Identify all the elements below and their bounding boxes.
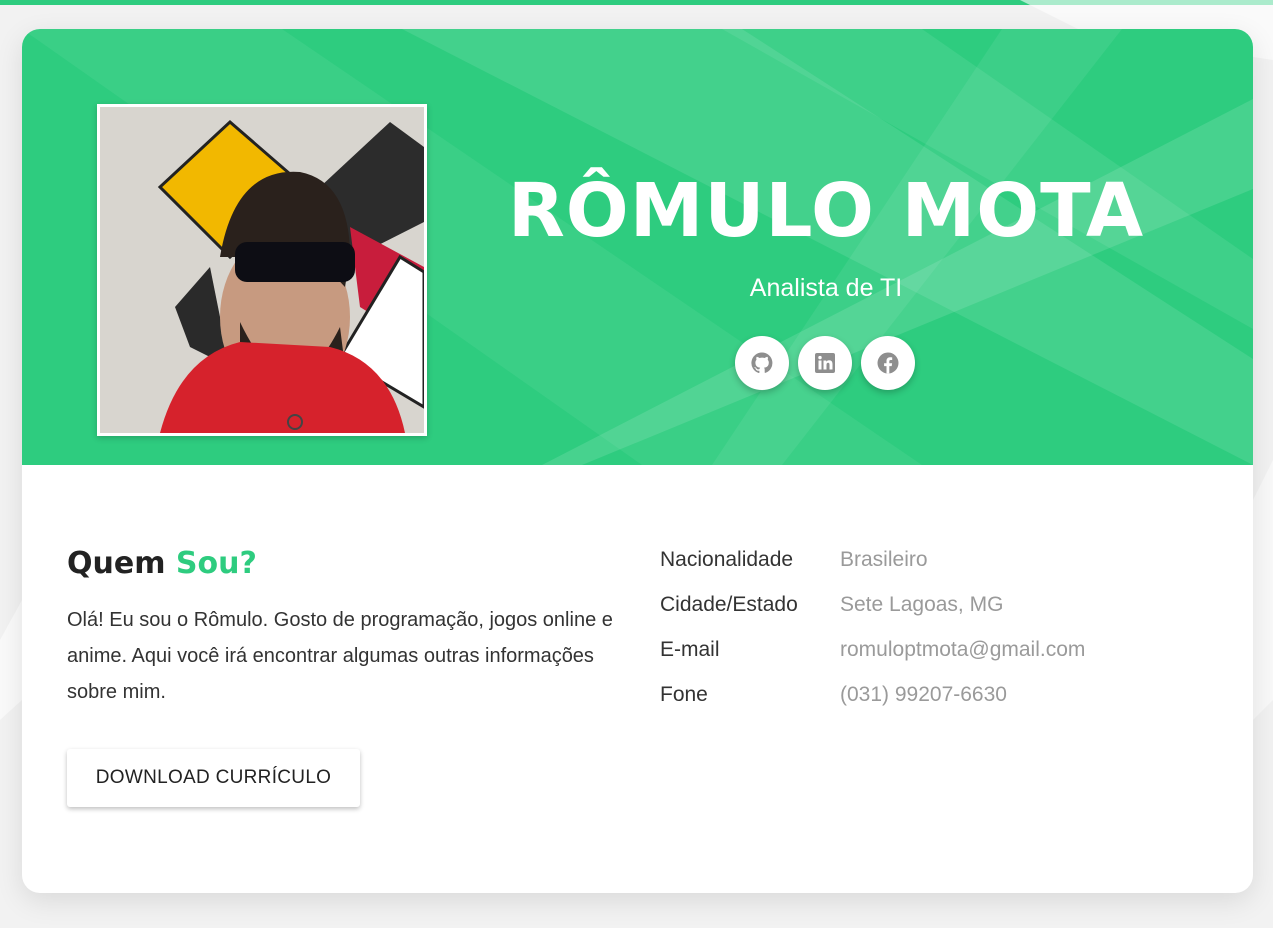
info-value: (031) 99207-6630 bbox=[840, 683, 1007, 706]
facebook-link[interactable] bbox=[861, 336, 915, 390]
profile-name: RÔMULO MOTA bbox=[507, 168, 1145, 254]
info-label: Nacionalidade bbox=[660, 548, 794, 571]
about-text: Olá! Eu sou o Rômulo. Gosto de programaç… bbox=[67, 609, 613, 703]
facebook-icon bbox=[877, 352, 899, 374]
linkedin-link[interactable] bbox=[798, 336, 852, 390]
profile-photo bbox=[97, 104, 427, 436]
profile-card: RÔMULO MOTA Analista de TI Quem Sou? Olá… bbox=[22, 29, 1253, 893]
download-cv-button[interactable]: DOWNLOAD CURRÍCULO bbox=[67, 749, 360, 807]
about-title: Quem Sou? bbox=[67, 544, 257, 584]
linkedin-icon bbox=[815, 353, 835, 373]
info-table: Nacionalidade Brasileiro Cidade/Estado S… bbox=[660, 541, 1180, 721]
profile-header: RÔMULO MOTA Analista de TI bbox=[22, 29, 1253, 465]
github-icon bbox=[751, 352, 773, 374]
info-row-nationality: Nacionalidade Brasileiro bbox=[660, 541, 1180, 586]
info-label: Cidade/Estado bbox=[660, 593, 798, 616]
about-title-part2: Sou? bbox=[175, 546, 257, 581]
github-link[interactable] bbox=[735, 336, 789, 390]
info-value: Brasileiro bbox=[840, 548, 928, 571]
info-row-phone: Fone (031) 99207-6630 bbox=[660, 676, 1180, 721]
info-value: Sete Lagoas, MG bbox=[840, 593, 1004, 616]
about-title-part1: Quem bbox=[67, 546, 166, 581]
info-value: romuloptmota@gmail.com bbox=[840, 638, 1086, 661]
profile-role: Analista de TI bbox=[749, 274, 903, 302]
info-row-city: Cidade/Estado Sete Lagoas, MG bbox=[660, 586, 1180, 631]
info-row-email: E-mail romuloptmota@gmail.com bbox=[660, 631, 1180, 676]
info-label: Fone bbox=[660, 683, 708, 706]
social-links bbox=[735, 336, 915, 390]
info-label: E-mail bbox=[660, 638, 720, 661]
